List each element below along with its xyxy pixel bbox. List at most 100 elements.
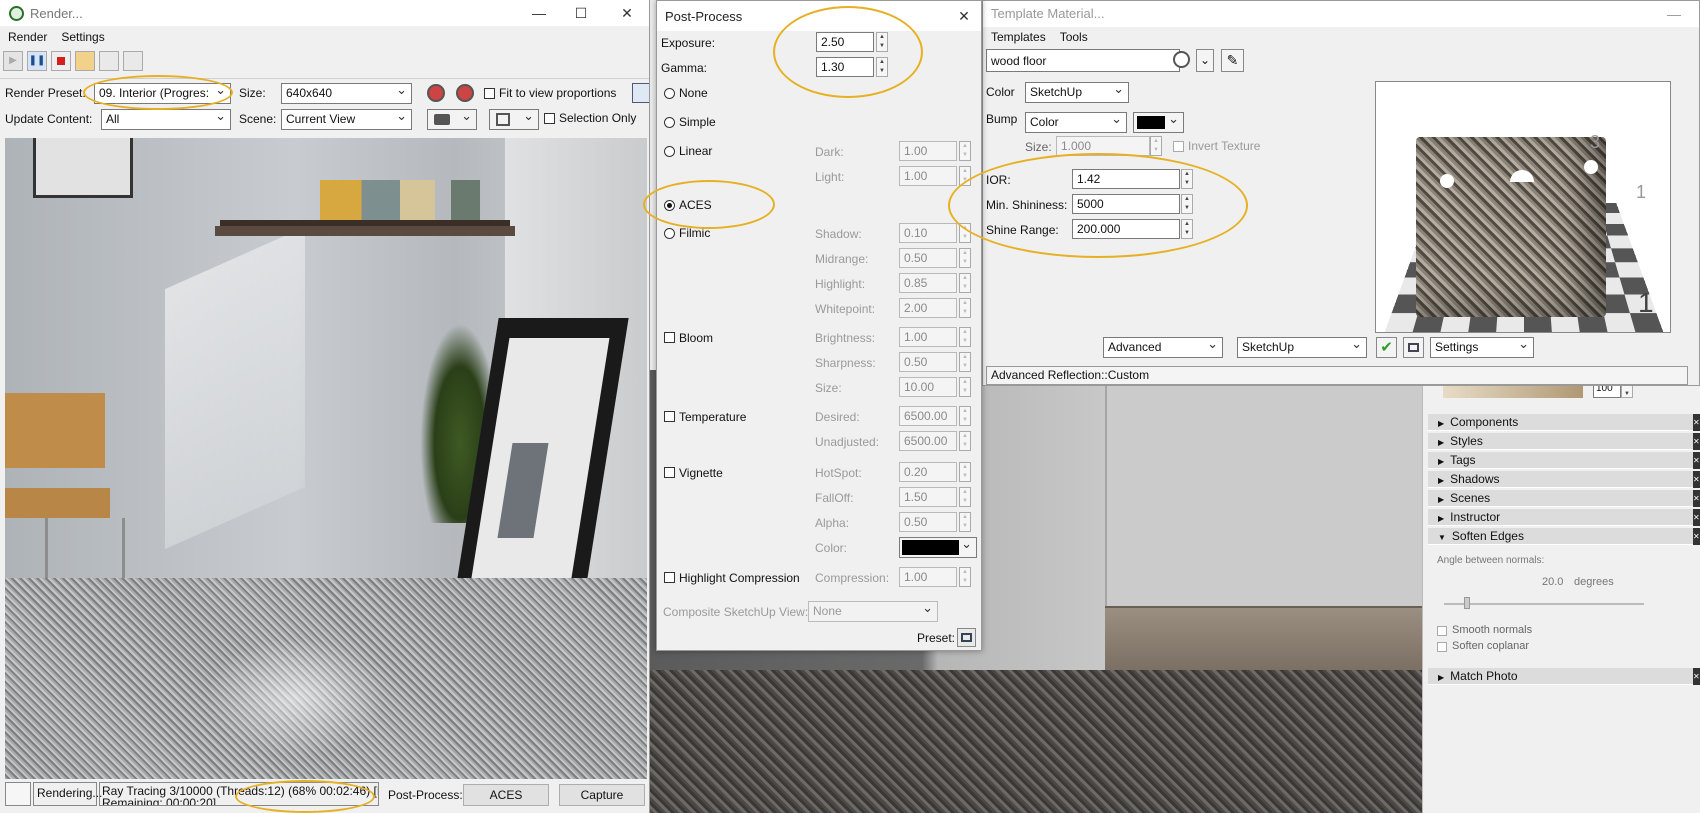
- bloom-size-field[interactable]: 10.00: [899, 377, 957, 397]
- hotspot-field[interactable]: 0.20: [899, 462, 957, 482]
- shadow-spinner[interactable]: ▲ ▼: [959, 223, 971, 243]
- zoom-out-icon[interactable]: [456, 84, 474, 102]
- search-dropdown-button[interactable]: ⌄: [1196, 49, 1214, 72]
- falloff-field[interactable]: 1.50: [899, 487, 957, 507]
- material-preview[interactable]: 3 1 1: [1375, 81, 1671, 333]
- size-spinner[interactable]: ▲ ▼: [1150, 136, 1162, 156]
- shadow-field[interactable]: 0.10: [899, 223, 957, 243]
- stop-icon[interactable]: [51, 51, 71, 71]
- maximize-button[interactable]: ☐: [570, 2, 592, 24]
- bloom-checkbox[interactable]: [664, 332, 675, 343]
- zoom-in-icon[interactable]: [427, 84, 445, 102]
- minimize-button[interactable]: —: [1663, 3, 1685, 25]
- sketchup-select[interactable]: SketchUp: [1237, 337, 1367, 358]
- tray-panel-shadows[interactable]: ▶ Shadows ✕: [1428, 471, 1700, 488]
- whitepoint-spinner[interactable]: ▲ ▼: [959, 298, 971, 318]
- exposure-field[interactable]: 2.50: [816, 32, 874, 52]
- update-content-select[interactable]: All: [101, 109, 231, 130]
- post-process-button[interactable]: ACES: [463, 784, 549, 806]
- tray-panel-instructor[interactable]: ▶ Instructor ✕: [1428, 509, 1700, 526]
- unadjusted-spinner[interactable]: ▲ ▼: [959, 431, 971, 451]
- desired-spinner[interactable]: ▲ ▼: [959, 406, 971, 426]
- selection-only-checkbox[interactable]: [544, 113, 555, 124]
- shine-range-spinner[interactable]: ▲ ▼: [1181, 219, 1193, 239]
- mode-none-radio[interactable]: [664, 88, 675, 99]
- shine-range-field[interactable]: 200.000: [1072, 219, 1180, 239]
- vignette-color-select[interactable]: [899, 537, 977, 558]
- smooth-normals-checkbox[interactable]: [1437, 626, 1447, 636]
- minimize-button[interactable]: —: [528, 2, 550, 24]
- view-frame-icon[interactable]: [632, 83, 649, 103]
- eyedropper-icon[interactable]: ✎: [1221, 49, 1244, 72]
- dark-spinner[interactable]: ▲ ▼: [959, 141, 971, 161]
- close-button[interactable]: ✕: [953, 5, 975, 27]
- min-shininess-spinner[interactable]: ▲ ▼: [1181, 194, 1193, 214]
- highlight-spinner[interactable]: ▲ ▼: [959, 273, 971, 293]
- brightness-spinner[interactable]: ▲ ▼: [959, 327, 971, 347]
- tray-panel-styles[interactable]: ▶ Styles ✕: [1428, 433, 1700, 450]
- highlight-compression-checkbox[interactable]: [664, 572, 675, 583]
- menu-templates[interactable]: Templates: [991, 30, 1046, 44]
- unadjusted-field[interactable]: 6500.00: [899, 431, 957, 451]
- whitepoint-field[interactable]: 2.00: [899, 298, 957, 318]
- temperature-checkbox[interactable]: [664, 411, 675, 422]
- size-field[interactable]: 1.000: [1056, 136, 1150, 156]
- tray-panel-tags[interactable]: ▶ Tags ✕: [1428, 452, 1700, 469]
- menu-settings[interactable]: Settings: [61, 30, 104, 44]
- apply-checkmark-icon[interactable]: ✔: [1376, 337, 1397, 358]
- mode-aces-radio[interactable]: [664, 200, 675, 211]
- angle-slider-handle[interactable]: [1464, 597, 1470, 609]
- ior-field[interactable]: 1.42: [1072, 169, 1180, 189]
- play-icon[interactable]: ▶: [3, 51, 23, 71]
- bloom-size-spinner[interactable]: ▲ ▼: [959, 377, 971, 397]
- mode-filmic-radio[interactable]: [664, 228, 675, 239]
- composite-view-select[interactable]: None: [808, 601, 938, 622]
- min-shininess-field[interactable]: 5000: [1072, 194, 1180, 214]
- dark-field[interactable]: 1.00: [899, 141, 957, 161]
- tray-panel-components[interactable]: ▶ Components ✕: [1428, 414, 1700, 431]
- fit-to-view-checkbox[interactable]: [484, 88, 495, 99]
- ior-spinner[interactable]: ▲ ▼: [1181, 169, 1193, 189]
- exposure-spinner[interactable]: ▲ ▼: [876, 32, 888, 52]
- search-icon[interactable]: [1173, 51, 1190, 68]
- brightness-field[interactable]: 1.00: [899, 327, 957, 347]
- midrange-spinner[interactable]: ▲ ▼: [959, 248, 971, 268]
- settings-select[interactable]: Settings: [1430, 337, 1534, 358]
- bump-color-swatch[interactable]: [1133, 112, 1184, 133]
- layers-dropdown[interactable]: [489, 109, 539, 130]
- invert-texture-checkbox[interactable]: [1173, 141, 1184, 152]
- tray-panel-match-photo[interactable]: ▶ Match Photo ✕: [1428, 668, 1700, 685]
- template-settings-icon[interactable]: [1403, 337, 1424, 358]
- material-search-input[interactable]: wood floor: [986, 49, 1180, 72]
- alpha-field[interactable]: 0.50: [899, 512, 957, 532]
- menu-tools[interactable]: Tools: [1060, 30, 1088, 44]
- render-preset-select[interactable]: 09. Interior (Progres:: [94, 83, 231, 104]
- hotspot-spinner[interactable]: ▲ ▼: [959, 462, 971, 482]
- render-preview-image[interactable]: [5, 138, 647, 779]
- sharpness-spinner[interactable]: ▲ ▼: [959, 352, 971, 372]
- menu-render[interactable]: Render: [8, 30, 47, 44]
- close-button[interactable]: ✕: [616, 2, 638, 24]
- mode-simple-radio[interactable]: [664, 117, 675, 128]
- tray-panel-scenes[interactable]: ▶ Scenes ✕: [1428, 490, 1700, 507]
- light-spinner[interactable]: ▲ ▼: [959, 166, 971, 186]
- advanced-select[interactable]: Advanced: [1103, 337, 1223, 358]
- copy-image-icon[interactable]: [99, 51, 119, 71]
- compression-spinner[interactable]: ▲ ▼: [959, 567, 971, 587]
- bump-select[interactable]: Color: [1025, 112, 1127, 133]
- compression-field[interactable]: 1.00: [899, 567, 957, 587]
- export-icon[interactable]: [123, 51, 143, 71]
- save-image-icon[interactable]: [75, 51, 95, 71]
- desired-field[interactable]: 6500.00: [899, 406, 957, 426]
- gamma-spinner[interactable]: ▲ ▼: [876, 57, 888, 77]
- camera-dropdown[interactable]: [427, 109, 477, 130]
- color-select[interactable]: SketchUp: [1025, 82, 1129, 103]
- scene-select[interactable]: Current View: [281, 109, 412, 130]
- midrange-field[interactable]: 0.50: [899, 248, 957, 268]
- vignette-checkbox[interactable]: [664, 467, 675, 478]
- mode-linear-radio[interactable]: [664, 146, 675, 157]
- falloff-spinner[interactable]: ▲ ▼: [959, 487, 971, 507]
- tray-panel-soften-edges[interactable]: ▼ Soften Edges ✕: [1428, 528, 1700, 545]
- gamma-field[interactable]: 1.30: [816, 57, 874, 77]
- alpha-spinner[interactable]: ▲ ▼: [959, 512, 971, 532]
